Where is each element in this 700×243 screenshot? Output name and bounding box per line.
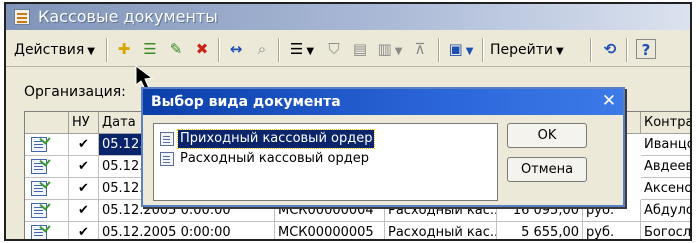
document-posted-icon bbox=[31, 181, 47, 196]
toolbar-separator bbox=[590, 38, 592, 62]
nu-check-icon: ✔ bbox=[69, 178, 99, 200]
contractor-cell[interactable]: Аксено bbox=[641, 178, 690, 200]
cancel-button[interactable]: Отмена bbox=[507, 157, 587, 182]
contractor-cell[interactable]: Авдеев bbox=[641, 156, 690, 178]
list-item-label: Приходный кассовый ордер bbox=[176, 129, 376, 149]
search-icon[interactable]: ⌕ bbox=[252, 39, 272, 59]
document-journal-icon bbox=[14, 9, 30, 25]
filter-set-icon[interactable]: ▤ bbox=[350, 39, 370, 59]
edit-icon[interactable]: ✎ bbox=[166, 39, 186, 59]
contractor-cell[interactable]: Абдуло bbox=[641, 200, 690, 222]
document-type-icon bbox=[160, 132, 174, 146]
kind-cell[interactable]: Расходный кас... bbox=[385, 222, 497, 239]
add-copy-icon[interactable]: ☰ bbox=[140, 39, 160, 59]
document-posted-icon bbox=[31, 137, 47, 152]
nu-check-icon: ✔ bbox=[69, 134, 99, 156]
filter-icon[interactable]: ⛉ bbox=[324, 39, 344, 59]
toolbar-separator bbox=[438, 38, 440, 62]
main-window: Кассовые документы Действия ▼ ✚ ☰ ✎ ✖ ↔ ⌕… bbox=[4, 2, 692, 241]
toolbar-separator bbox=[218, 38, 220, 62]
chevron-down-icon: ▼ bbox=[87, 46, 95, 57]
chevron-down-icon: ▼ bbox=[556, 46, 564, 57]
date-cell[interactable]: 05.12.2005 0:00:00 bbox=[99, 222, 275, 239]
contractor-cell[interactable]: Богосл bbox=[641, 222, 690, 239]
toolbar-separator bbox=[482, 38, 484, 62]
nu-check-icon: ✔ bbox=[69, 222, 99, 239]
delete-icon[interactable]: ✖ bbox=[192, 39, 212, 59]
list-view-icon[interactable]: ☰ ▼ bbox=[288, 39, 316, 59]
column-header-icon[interactable] bbox=[25, 112, 69, 134]
help-button[interactable]: ? bbox=[636, 39, 656, 59]
table-row[interactable] bbox=[25, 156, 69, 178]
actions-menu-label: Действия bbox=[14, 42, 85, 58]
toolbar-separator bbox=[626, 38, 628, 62]
goto-menu-button[interactable]: Перейти ▼ bbox=[490, 39, 564, 61]
amount-cell[interactable]: 5 655,00 bbox=[497, 222, 583, 239]
currency-cell[interactable]: руб. bbox=[583, 222, 641, 239]
table-row[interactable] bbox=[25, 200, 69, 222]
column-header-contractor[interactable]: Контраг bbox=[641, 112, 690, 134]
number-cell[interactable]: МСК00000005 bbox=[275, 222, 385, 239]
filter-history-icon[interactable]: ▥ ▼ bbox=[376, 39, 404, 59]
ok-button[interactable]: OK bbox=[507, 123, 587, 148]
column-header-nu[interactable]: НУ bbox=[69, 112, 99, 134]
document-posted-icon bbox=[31, 159, 47, 174]
dialog-title: Выбор вида документа bbox=[143, 89, 623, 115]
actions-menu-button[interactable]: Действия ▼ bbox=[14, 39, 95, 61]
refresh-icon[interactable]: ⟲ bbox=[600, 39, 620, 59]
nu-check-icon: ✔ bbox=[69, 156, 99, 178]
filter-clear-icon[interactable]: ⊼ bbox=[410, 39, 430, 59]
goto-menu-label: Перейти bbox=[490, 42, 553, 58]
toolbar-separator bbox=[106, 38, 108, 62]
document-type-list[interactable]: Приходный кассовый ордер Расходный кассо… bbox=[153, 123, 498, 201]
document-posted-icon bbox=[31, 203, 47, 218]
table-row[interactable] bbox=[25, 222, 69, 239]
organization-label: Организация: bbox=[24, 84, 126, 100]
post-icon[interactable]: ▣ ▼ bbox=[446, 39, 476, 59]
contractor-cell[interactable]: Иванцо bbox=[641, 134, 690, 156]
close-icon[interactable]: ✕ bbox=[599, 92, 619, 112]
window-titlebar: Кассовые документы bbox=[6, 4, 690, 30]
move-icon[interactable]: ↔ bbox=[226, 39, 246, 59]
add-icon[interactable]: ✚ bbox=[114, 39, 134, 59]
list-item-label: Расходный кассовый ордер bbox=[180, 151, 369, 166]
table-row[interactable] bbox=[25, 134, 69, 156]
nu-check-icon: ✔ bbox=[69, 200, 99, 222]
table-row[interactable] bbox=[25, 178, 69, 200]
window-title: Кассовые документы bbox=[38, 7, 218, 26]
toolbar: Действия ▼ ✚ ☰ ✎ ✖ ↔ ⌕ ☰ ▼ ⛉ ▤ ▥ ▼ ⊼ ▣ ▼ Пер… bbox=[6, 31, 690, 67]
toolbar-separator bbox=[278, 38, 280, 62]
document-type-icon bbox=[160, 152, 174, 166]
document-type-dialog: Выбор вида документа ✕ Приходный кассовы… bbox=[141, 87, 625, 207]
document-posted-icon bbox=[31, 225, 47, 239]
